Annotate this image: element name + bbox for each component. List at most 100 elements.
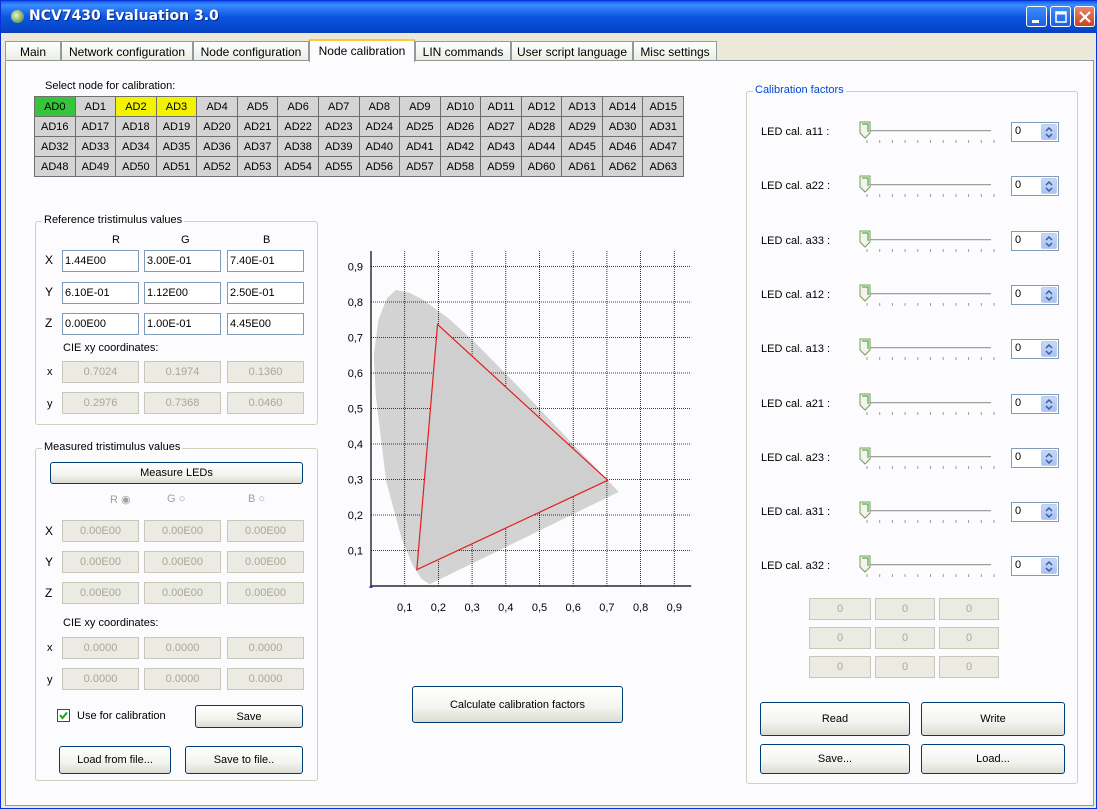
node-cell[interactable]: AD40: [358, 136, 401, 157]
slider-thumb[interactable]: [859, 230, 871, 248]
node-cell[interactable]: AD45: [561, 136, 603, 157]
node-cell[interactable]: AD25: [399, 116, 441, 137]
node-cell[interactable]: AD13: [561, 96, 603, 117]
calibration-factor-spinbox[interactable]: 0: [1011, 502, 1059, 523]
slider-thumb[interactable]: [859, 175, 871, 194]
calibration-save-button[interactable]: Save...: [760, 744, 910, 774]
node-cell[interactable]: AD59: [480, 156, 522, 177]
slider-track[interactable]: [867, 130, 991, 133]
slider-thumb[interactable]: [859, 447, 871, 465]
node-cell[interactable]: AD50: [115, 156, 157, 177]
node-cell[interactable]: AD28: [520, 116, 563, 137]
load-from-file-button[interactable]: Load from file...: [59, 746, 171, 774]
node-cell[interactable]: AD15: [642, 96, 684, 117]
tab-lin-commands[interactable]: LIN commands: [415, 41, 511, 61]
node-cell[interactable]: AD63: [642, 156, 684, 177]
maximize-button[interactable]: [1050, 6, 1071, 27]
node-cell[interactable]: AD41: [399, 136, 441, 157]
node-cell[interactable]: AD44: [520, 136, 563, 157]
spin-updown-icon[interactable]: [1041, 124, 1057, 140]
node-cell[interactable]: AD4: [196, 96, 238, 117]
node-cell[interactable]: AD37: [236, 136, 279, 157]
node-cell[interactable]: AD47: [642, 136, 684, 157]
slider-thumb[interactable]: [859, 121, 871, 139]
slider-track[interactable]: [867, 347, 991, 351]
node-cell[interactable]: AD38: [277, 136, 319, 157]
calibration-factor-spinbox[interactable]: 0: [1011, 447, 1059, 468]
ref-yg-field[interactable]: [144, 282, 221, 304]
ref-xr-field[interactable]: [62, 250, 139, 272]
slider-thumb[interactable]: [859, 284, 871, 302]
node-cell[interactable]: AD3: [155, 96, 198, 117]
tab-node-calibration[interactable]: Node calibration: [309, 39, 415, 62]
tab-network-configuration[interactable]: Network configuration: [61, 41, 193, 61]
spin-updown-icon[interactable]: [1041, 449, 1057, 466]
slider-thumb[interactable]: [859, 501, 871, 519]
slider-track[interactable]: [867, 401, 991, 405]
write-button[interactable]: Write: [921, 702, 1065, 736]
calibration-factor-spinbox[interactable]: 0: [1011, 393, 1059, 414]
node-cell[interactable]: AD20: [196, 116, 238, 137]
node-cell[interactable]: AD9: [399, 96, 441, 117]
ref-yb-field[interactable]: [227, 282, 304, 304]
node-cell[interactable]: AD33: [74, 136, 117, 157]
node-cell[interactable]: AD17: [74, 116, 117, 137]
node-cell[interactable]: AD30: [601, 116, 644, 137]
calibration-factor-spinbox[interactable]: 0: [1011, 230, 1059, 251]
radio-r[interactable]: R ◉: [110, 493, 131, 506]
read-button[interactable]: Read: [760, 702, 910, 736]
node-cell[interactable]: AD52: [196, 156, 238, 177]
node-cell[interactable]: AD2: [115, 96, 157, 117]
node-cell[interactable]: AD32: [34, 136, 76, 157]
node-cell[interactable]: AD27: [480, 116, 522, 137]
ref-zg-field[interactable]: [144, 313, 221, 335]
calibration-factor-spinbox[interactable]: 0: [1011, 176, 1059, 197]
node-cell[interactable]: AD21: [236, 116, 279, 137]
node-cell[interactable]: AD55: [317, 156, 360, 177]
node-cell[interactable]: AD23: [317, 116, 360, 137]
node-cell[interactable]: AD57: [399, 156, 441, 177]
ref-zr-field[interactable]: [62, 313, 139, 335]
node-cell[interactable]: AD6: [277, 96, 319, 117]
calibration-factor-spinbox[interactable]: 0: [1011, 339, 1059, 360]
node-cell[interactable]: AD61: [561, 156, 603, 177]
ref-xg-field[interactable]: [144, 250, 221, 272]
use-for-calibration-checkbox[interactable]: [57, 709, 70, 722]
node-cell[interactable]: AD53: [236, 156, 279, 177]
node-cell[interactable]: AD26: [439, 116, 482, 137]
node-cell[interactable]: AD35: [155, 136, 198, 157]
node-cell[interactable]: AD12: [520, 96, 563, 117]
slider-track[interactable]: [867, 455, 991, 459]
node-cell[interactable]: AD18: [115, 116, 157, 137]
tab-misc-settings[interactable]: Misc settings: [633, 41, 717, 61]
node-cell[interactable]: AD22: [277, 116, 319, 137]
spin-updown-icon[interactable]: [1041, 504, 1057, 521]
slider-thumb[interactable]: [859, 338, 871, 356]
node-cell[interactable]: AD58: [439, 156, 482, 177]
calibration-factor-spinbox[interactable]: 0: [1011, 284, 1059, 305]
spin-updown-icon[interactable]: [1041, 178, 1057, 195]
node-cell[interactable]: AD11: [480, 96, 522, 117]
node-cell[interactable]: AD5: [236, 96, 279, 117]
node-cell[interactable]: AD8: [358, 96, 401, 117]
measured-save-button[interactable]: Save: [195, 705, 303, 728]
node-cell[interactable]: AD46: [601, 136, 644, 157]
node-cell[interactable]: AD60: [520, 156, 563, 177]
calculate-calibration-factors-button[interactable]: Calculate calibration factors: [412, 686, 623, 723]
node-cell[interactable]: AD39: [317, 136, 360, 157]
radio-g[interactable]: G ○: [167, 493, 185, 505]
spin-updown-icon[interactable]: [1041, 286, 1057, 303]
node-cell[interactable]: AD16: [34, 116, 76, 137]
tab-node-configuration[interactable]: Node configuration: [193, 41, 309, 61]
node-cell[interactable]: AD36: [196, 136, 238, 157]
node-cell[interactable]: AD0: [34, 96, 76, 117]
tab-main[interactable]: Main: [5, 41, 61, 61]
node-cell[interactable]: AD49: [74, 156, 117, 177]
slider-track[interactable]: [867, 510, 991, 514]
slider-thumb[interactable]: [859, 555, 871, 574]
save-to-file-button[interactable]: Save to file..: [185, 746, 303, 774]
spin-updown-icon[interactable]: [1041, 232, 1057, 249]
node-cell[interactable]: AD7: [317, 96, 360, 117]
node-cell[interactable]: AD54: [277, 156, 319, 177]
spin-updown-icon[interactable]: [1041, 341, 1057, 358]
